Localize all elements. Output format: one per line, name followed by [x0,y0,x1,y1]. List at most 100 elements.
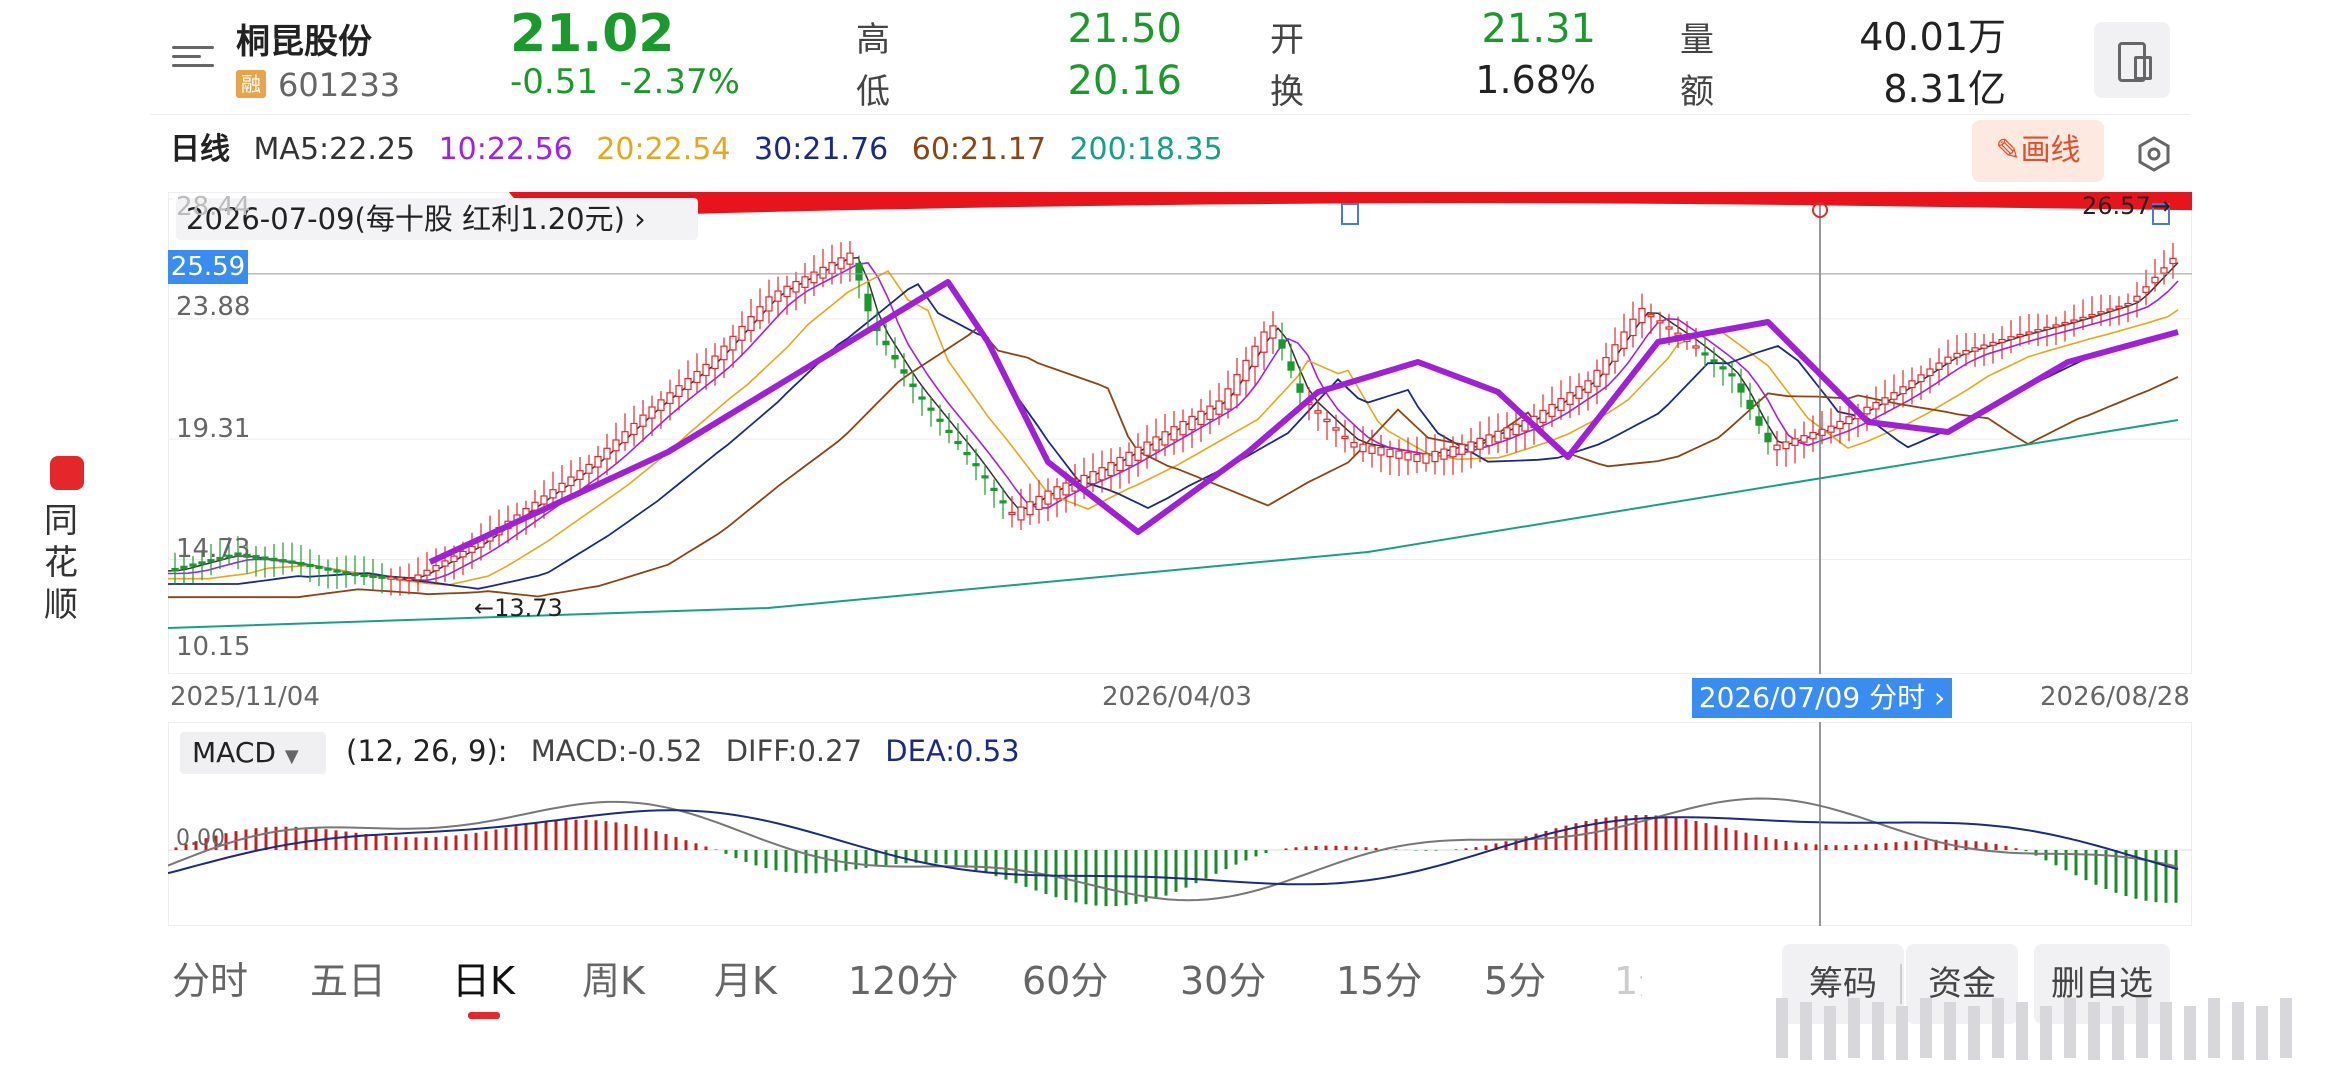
candle-body [684,378,692,391]
candle-body [414,574,422,581]
candle-body [1341,435,1349,440]
candle-body [297,561,305,566]
candle-body [927,407,935,411]
x-label-mid: 2026/04/03 [1102,682,1252,712]
candle-body [1791,438,1799,446]
ma-title: 日线 [170,132,230,167]
indicator-select[interactable]: MACD ▼ [180,732,326,774]
candle-body [1314,410,1322,414]
change-percent: -2.37% [619,62,740,102]
tab-30min[interactable]: 30分 [1180,950,1266,1005]
low-value: 20.16 [1067,58,1182,104]
candle-body [1350,441,1358,448]
tab-60min[interactable]: 60分 [1022,950,1108,1005]
annotation-red-line [508,192,2192,216]
candle-body [1404,452,1412,461]
candle-body [1971,347,1979,352]
candle-body [1062,482,1070,496]
tab-1min[interactable]: 1分 [1614,950,1642,1005]
candle-body [189,563,197,567]
candle-body [1998,338,2006,343]
watermark-bars-decoration [1776,998,2292,1060]
candle-body [1089,471,1097,485]
candle-body [1926,368,1934,377]
high-value: 21.50 [1067,6,1182,52]
candle-body [900,369,908,374]
draw-line-button[interactable]: ✎画线 [1972,120,2104,182]
candle-body [954,440,962,445]
candle-body [2115,305,2123,309]
low-label: 低 [856,72,890,112]
app-logo-icon [50,456,84,490]
candle-body [1215,400,1223,415]
annotation-purple-line [428,279,2179,565]
candle-body [1935,362,1943,371]
candle-body [1872,401,1880,410]
candle-body [1224,388,1232,410]
candle-body [1917,374,1925,383]
candle-body [1233,374,1241,396]
chevron-right-icon: › [634,202,646,236]
candle-body [693,370,701,384]
candle-body [1197,410,1205,426]
y-label-4: 14.73 [176,534,251,564]
settings-icon[interactable] [2136,136,2172,172]
event-marker-icon [1341,203,1359,225]
macd-value: MACD:-0.52 [530,734,703,768]
candle-body [1440,448,1448,460]
tab-120min[interactable]: 120分 [848,950,959,1005]
layout-switch-button[interactable] [2094,22,2170,98]
candle-body [378,575,386,579]
candle-body [1611,344,1619,362]
candle-body [1719,366,1727,370]
tab-weekly-k[interactable]: 周K [582,950,645,1005]
watermark-bar [2232,1002,2244,1060]
selected-date-pill[interactable]: 2026/07/09 分时 › [1692,678,1952,718]
candle-body [855,262,863,281]
watermark-bar [1800,1002,1812,1060]
candle-body [1296,383,1304,393]
tab-monthly-k[interactable]: 月K [714,950,777,1005]
kline-chart[interactable] [168,192,2192,674]
tab-daily-k[interactable]: 日K [452,950,515,1005]
tab-5min[interactable]: 5分 [1484,950,1546,1005]
candle-body [1035,495,1043,510]
candle-body [1431,450,1439,463]
menu-icon[interactable] [172,40,214,76]
candle-body [1746,399,1754,410]
candle-body [576,470,584,480]
stock-code: 601233 [278,66,401,104]
candle-body [279,559,287,563]
x-label-start: 2025/11/04 [170,682,320,712]
candle-body [1260,331,1268,353]
candle-body [1476,437,1484,450]
tab-15min[interactable]: 15分 [1336,950,1422,1005]
candle-body [594,455,602,468]
candle-body [567,476,575,487]
tab-five-day[interactable]: 五日 [310,950,386,1005]
open-label: 开 [1270,20,1304,60]
candle-body [1602,356,1610,375]
candle-body [2142,286,2150,293]
watermark-bar [1968,1006,1980,1060]
candle-body [711,355,719,370]
candle-body [1557,397,1565,411]
ex-dividend-notice[interactable]: 2026-07-09(每十股 红利1.20元) › [176,198,698,240]
candle-body [1980,344,1988,349]
candle-body [1134,446,1142,461]
ma20-value: 20:22.54 [596,132,731,167]
candle-body [981,475,989,479]
candle-body [450,555,458,563]
price-change: -0.51 -2.37% [510,62,740,102]
candle-body [2016,333,2024,338]
candle-body [783,285,791,298]
candle-body [1116,456,1124,472]
candle-body [1782,441,1790,450]
watermark-bar [1776,998,1788,1058]
amount-value: 8.31亿 [1883,67,2006,111]
candle-body [306,563,314,568]
ma30-value: 30:21.76 [754,132,889,167]
candle-body [1278,339,1286,349]
candle-body [2133,295,2141,302]
tab-intraday[interactable]: 分时 [172,950,248,1005]
